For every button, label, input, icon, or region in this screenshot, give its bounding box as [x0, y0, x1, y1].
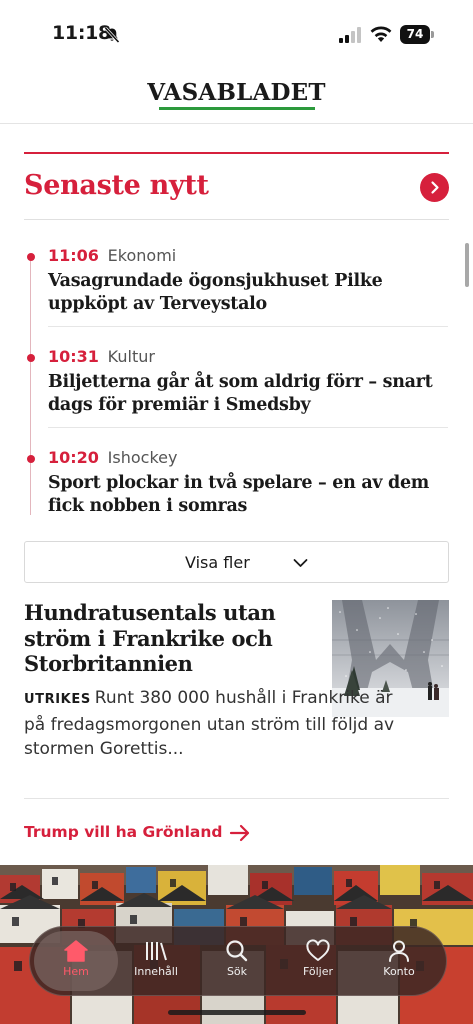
chevron-down-icon — [293, 559, 308, 567]
news-category: Ishockey — [107, 448, 178, 467]
article-summary[interactable]: UTRIKES Runt 380 000 hushåll i Frankrike … — [24, 686, 404, 762]
news-separator — [48, 427, 448, 428]
library-icon — [146, 942, 167, 961]
heart-icon — [306, 939, 330, 961]
logo-underline — [159, 107, 315, 110]
timeline-line — [30, 255, 31, 515]
news-time: 10:20 — [48, 448, 99, 467]
tab-home[interactable]: Hem — [36, 935, 116, 989]
arrow-right-icon — [229, 824, 250, 842]
news-time: 10:31 — [48, 347, 99, 366]
article-divider — [24, 798, 449, 799]
article-kicker: UTRIKES — [24, 692, 91, 707]
show-more-button[interactable]: Visa fler — [24, 541, 449, 583]
promo-link-label: Trump vill ha Grönland — [24, 823, 223, 841]
promo-link[interactable]: Trump vill ha Grönland — [24, 823, 250, 842]
timeline-dot — [27, 253, 35, 261]
tab-content[interactable]: Innehåll — [116, 935, 196, 989]
tab-following[interactable]: Följer — [278, 935, 358, 989]
status-bar: 11:18 74 — [0, 0, 473, 66]
news-category: Kultur — [107, 347, 155, 366]
timeline-dot — [27, 455, 35, 463]
search-icon — [226, 940, 248, 962]
section-title[interactable]: Senaste nytt — [24, 170, 209, 201]
section-arrow-button[interactable] — [420, 173, 449, 202]
tab-account[interactable]: Konto — [359, 935, 439, 989]
news-separator — [48, 326, 448, 327]
bottom-tab-bar: Hem Innehåll Sök Följer Konto — [29, 926, 447, 996]
battery-level: 74 — [400, 25, 430, 44]
site-logo[interactable]: VASABLADET — [0, 79, 473, 106]
user-icon — [389, 940, 409, 962]
wifi-icon — [370, 26, 392, 42]
tab-content-label: Innehåll — [134, 965, 178, 978]
news-headline[interactable]: Biljetterna går åt som aldrig förr – sna… — [48, 371, 448, 417]
chevron-right-icon — [431, 181, 439, 194]
section-divider — [24, 219, 449, 220]
site-header: VASABLADET — [0, 66, 473, 124]
tab-account-label: Konto — [383, 965, 415, 978]
tab-search[interactable]: Sök — [197, 935, 277, 989]
tab-search-label: Sök — [226, 965, 248, 978]
bell-slash-icon — [104, 26, 120, 44]
news-category: Ekonomi — [107, 246, 177, 265]
signal-icon — [339, 27, 361, 43]
home-icon — [64, 940, 88, 962]
section-top-rule — [24, 152, 449, 154]
show-more-label: Visa fler — [185, 553, 250, 572]
tab-following-label: Följer — [302, 965, 334, 978]
tab-home-label: Hem — [63, 965, 89, 978]
news-headline[interactable]: Sport plockar in två spelare – en av dem… — [48, 472, 448, 518]
home-indicator[interactable] — [168, 1010, 306, 1015]
timeline-dot — [27, 354, 35, 362]
battery-icon: 74 — [400, 25, 434, 44]
news-headline[interactable]: Vasagrundade ögonsjukhuset Pilke uppköpt… — [48, 270, 448, 316]
scrollbar[interactable] — [465, 243, 469, 287]
article-title[interactable]: Hundratusentals utan ström i Frankrike o… — [24, 600, 324, 677]
news-time: 11:06 — [48, 246, 99, 265]
